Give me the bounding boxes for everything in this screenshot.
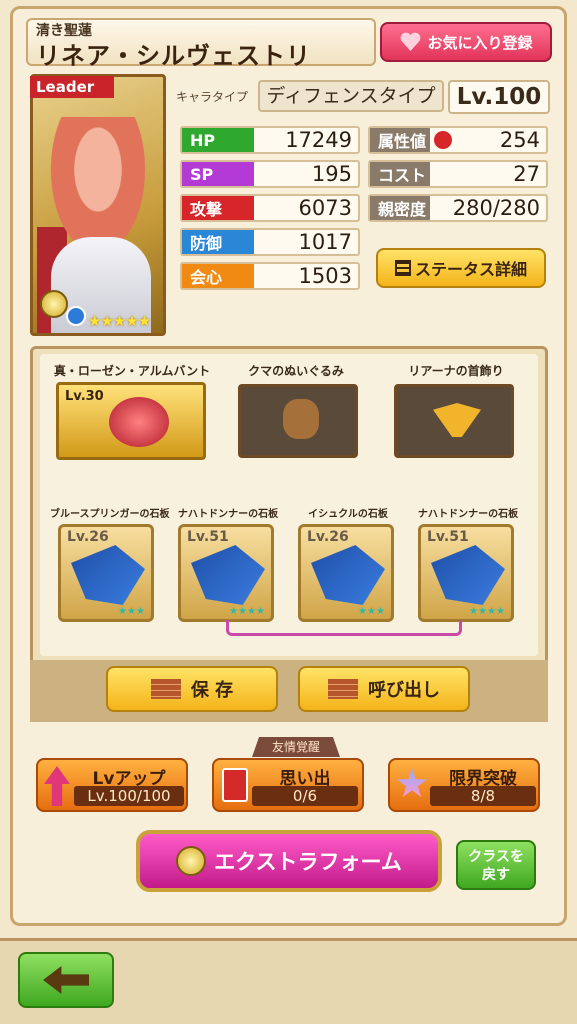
back-button[interactable]	[18, 952, 114, 1008]
type-label: キャラタイプ	[176, 90, 249, 104]
stat-attack: 攻撃 6073	[180, 194, 360, 222]
class-return-button[interactable]: クラスを 戻す	[456, 840, 536, 890]
stat-value: 17249	[285, 128, 352, 152]
status-detail-button[interactable]: ステータス詳細	[376, 248, 546, 288]
slab-stars: ★★★★	[229, 606, 265, 617]
save-brick-icon	[150, 679, 181, 699]
slab-name: ナハトドンナーの石板	[417, 509, 519, 520]
level-up-value: Lv.100/100	[74, 786, 184, 806]
slab-level: Lv.26	[307, 529, 349, 545]
equip-slot-weapon[interactable]: Lv.30	[56, 382, 206, 460]
recall-label: 呼び出し	[368, 680, 440, 701]
equip-name: 真・ローゼン・アルムバント	[53, 364, 211, 378]
limit-break-value: 8/8	[430, 786, 536, 806]
stat-value: 1017	[298, 230, 352, 254]
limit-break-button[interactable]: 限界突破 8/8	[388, 758, 540, 812]
stat-label: コスト	[370, 162, 430, 186]
up-arrow-icon	[44, 766, 70, 806]
stat-label: 防御	[182, 230, 254, 254]
slab-slot-1[interactable]: Lv.26 ★★★	[58, 524, 154, 622]
stat-affection: 親密度 280/280	[368, 194, 548, 222]
class-emblem-icon	[176, 846, 207, 876]
stat-label: SP	[182, 162, 254, 186]
fire-element-icon	[434, 131, 452, 149]
stat-label: 攻撃	[182, 196, 254, 220]
character-name: リネア・シルヴェストリ	[36, 42, 311, 70]
star-icon	[396, 768, 428, 798]
slab-slot-2[interactable]: Lv.51 ★★★★	[178, 524, 274, 622]
stat-attribute: 属性値 254	[368, 126, 548, 154]
stat-label: 会心	[182, 264, 254, 288]
slab-name: ナハトドンナーの石板	[177, 509, 279, 520]
slab-stars: ★★★★	[469, 606, 505, 617]
equip-slot-accessory1[interactable]	[238, 384, 358, 458]
slab-level: Lv.51	[427, 529, 469, 545]
slab-level: Lv.51	[187, 529, 229, 545]
necklace-icon	[433, 403, 481, 437]
slab-name: イシュクルの石板	[308, 509, 388, 520]
stat-value: 195	[311, 162, 352, 186]
leader-badge: Leader	[30, 76, 114, 98]
stat-label: 親密度	[370, 196, 430, 220]
slab-level: Lv.26	[67, 529, 109, 545]
heart-icon	[399, 31, 421, 53]
card-icon	[222, 768, 248, 802]
stat-label: 属性値	[370, 128, 430, 152]
left-arrow-icon	[43, 966, 89, 994]
level-display: Lv.100	[448, 80, 550, 114]
fan-icon	[191, 545, 265, 605]
slab-slot-4[interactable]: Lv.51 ★★★★	[418, 524, 514, 622]
rarity-stars: ★★★★★	[88, 312, 151, 330]
favorite-button-label: お気に入り登録	[427, 33, 533, 52]
slab-link-connector	[226, 620, 462, 636]
stat-critical: 会心 1503	[180, 262, 360, 290]
equip-name: リアーナの首飾り	[408, 364, 504, 378]
status-detail-label: ステータス詳細	[414, 260, 527, 279]
stat-defense: 防御 1017	[180, 228, 360, 256]
stat-value: 1503	[298, 264, 352, 288]
equip-slot-accessory2[interactable]	[394, 384, 514, 458]
favorite-button[interactable]: お気に入り登録	[380, 22, 552, 62]
extra-form-button[interactable]: エクストラフォーム	[136, 830, 442, 892]
save-button[interactable]: 保 存	[106, 666, 278, 712]
stat-value: 280/280	[452, 196, 540, 220]
water-element-icon	[66, 306, 86, 326]
extra-form-label: エクストラフォーム	[214, 850, 402, 874]
slab-name: ブルースプリンガーの石板	[50, 509, 170, 520]
fan-icon	[71, 545, 145, 605]
list-icon	[394, 260, 411, 276]
stat-value: 254	[499, 128, 540, 152]
type-value: ディフェンスタイプ	[258, 80, 444, 112]
memories-button[interactable]: 思い出 0/6	[212, 758, 364, 812]
friendship-awakening-tag: 友情覚醒	[252, 737, 340, 757]
class-icon	[40, 290, 68, 318]
bear-doll-icon	[283, 399, 319, 439]
recall-brick-icon	[328, 679, 358, 699]
slab-stars: ★★★	[358, 606, 385, 617]
recall-button[interactable]: 呼び出し	[298, 666, 470, 712]
stat-value: 6073	[298, 196, 352, 220]
level-up-button[interactable]: Lvアップ Lv.100/100	[36, 758, 188, 812]
fan-icon	[311, 545, 385, 605]
fan-icon	[431, 545, 505, 605]
stat-value: 27	[513, 162, 540, 186]
accessory-icon	[109, 397, 169, 447]
memories-value: 0/6	[252, 786, 358, 806]
stat-cost: コスト 27	[368, 160, 548, 188]
slab-slot-3[interactable]: Lv.26 ★★★	[298, 524, 394, 622]
stat-hp: HP 17249	[180, 126, 360, 154]
equip-level: Lv.30	[65, 389, 104, 404]
stat-label: HP	[182, 128, 254, 152]
equip-name: クマのぬいぐるみ	[248, 364, 344, 378]
slab-stars: ★★★	[118, 606, 145, 617]
save-label: 保 存	[190, 680, 234, 701]
stat-sp: SP 195	[180, 160, 360, 188]
